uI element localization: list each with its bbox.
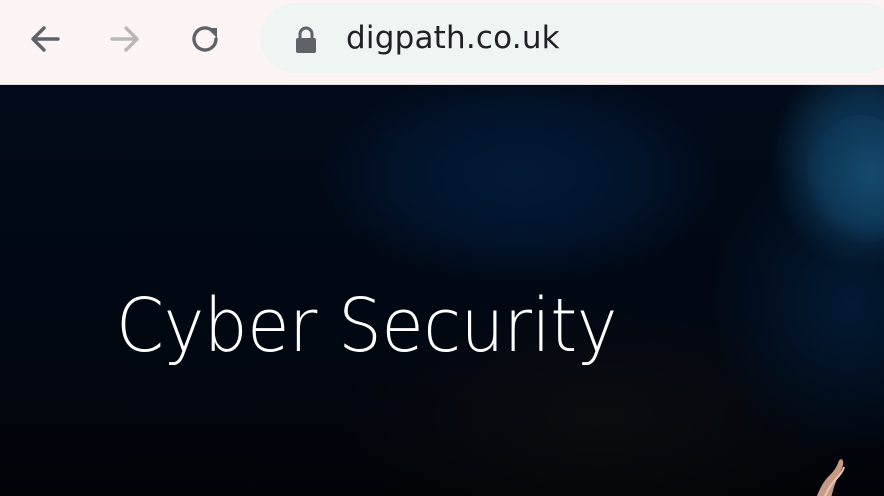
arrow-left-icon [31,26,60,52]
page-title: Cyber Security [116,283,618,369]
forward-button[interactable] [103,17,147,61]
reload-icon [192,26,218,52]
reload-button[interactable] [183,17,227,61]
hero-hand-graphic [816,459,845,496]
address-bar[interactable]: digpath.co.uk [260,3,884,73]
url-text[interactable]: digpath.co.uk [346,19,560,57]
arrow-right-icon [110,26,139,52]
lock-icon[interactable] [293,25,319,55]
hero-background-image [806,115,884,245]
browser-toolbar: digpath.co.uk [0,0,884,85]
hero-banner: Cyber Security [0,85,884,496]
back-button[interactable] [23,17,67,61]
